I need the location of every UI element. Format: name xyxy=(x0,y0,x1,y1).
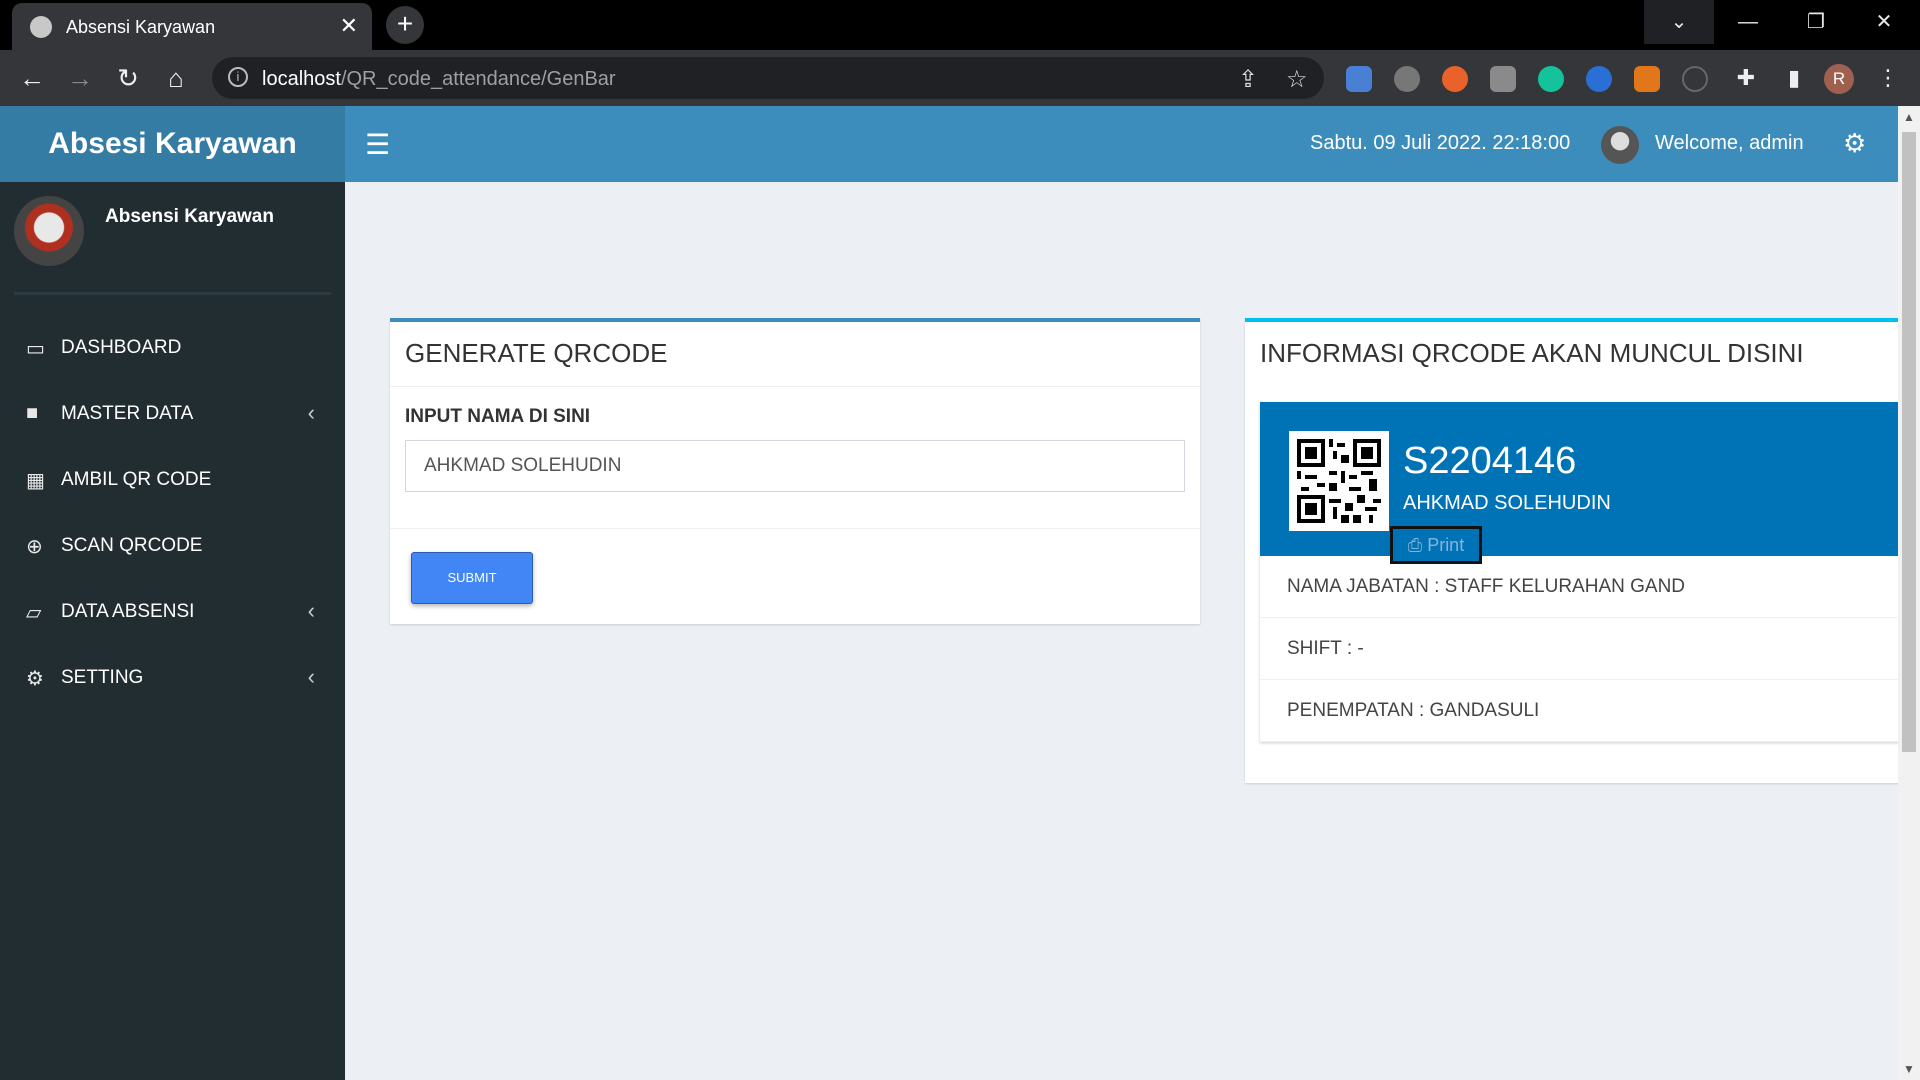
tab-title: Absensi Karyawan xyxy=(66,17,216,37)
info-row-jabatan: NAMA JABATAN : STAFF KELURAHAN GAND xyxy=(1260,556,1920,618)
info-row-text: NAMA JABATAN : STAFF KELURAHAN GAND xyxy=(1287,576,1686,597)
duckduckgo-extension-icon[interactable] xyxy=(1442,66,1468,92)
sidebar-divider xyxy=(14,292,331,295)
name-input-label: INPUT NAMA DI SINI xyxy=(405,406,591,427)
restore-icon[interactable]: ❐ xyxy=(1782,0,1850,44)
qrcode-card: S2204146 AHKMAD SOLEHUDIN ⎙ Print NAMA J… xyxy=(1260,402,1920,742)
profile-avatar[interactable]: R xyxy=(1824,64,1854,94)
print-icon: ⎙ xyxy=(1407,535,1428,555)
minimize-icon[interactable]: — xyxy=(1714,0,1782,44)
chevron-left-icon: ‹ xyxy=(307,664,315,689)
sidebar-item-data-absensi[interactable]: ▱ DATA ABSENSI ‹ xyxy=(0,582,345,642)
forward-icon[interactable]: → xyxy=(62,60,98,96)
gears-icon: ⚙ xyxy=(26,668,44,690)
browser-tab[interactable]: Absensi Karyawan ✕ xyxy=(12,3,372,50)
metamask-extension-icon[interactable] xyxy=(1634,66,1660,92)
gears-icon[interactable]: ⚙ xyxy=(1843,128,1866,159)
laptop-icon: ▭ xyxy=(26,338,45,360)
bookmark-star-icon[interactable]: ☆ xyxy=(1286,65,1308,94)
sidebar-item-label: MASTER DATA xyxy=(61,403,194,424)
globe-icon xyxy=(30,16,52,38)
tb-extension-icon[interactable] xyxy=(1490,66,1516,92)
folder-open-icon: ▱ xyxy=(26,602,42,624)
employee-code: S2204146 xyxy=(1403,440,1577,482)
info-box-title: INFORMASI QRCODE AKAN MUNCUL DISINI xyxy=(1260,338,1804,368)
globe-extension-icon[interactable] xyxy=(1586,66,1612,92)
browser-toolbar: ← → ↻ ⌂ i localhost/QR_code_attendance/G… xyxy=(0,50,1920,106)
browser-menu-icon[interactable]: ⋮ xyxy=(1870,60,1906,96)
new-tab-button[interactable]: + xyxy=(386,6,424,44)
info-row-text: SHIFT : - xyxy=(1287,638,1364,659)
qrcode-info-box: INFORMASI QRCODE AKAN MUNCUL DISINI S220… xyxy=(1245,318,1920,783)
info-row-shift: SHIFT : - xyxy=(1260,618,1920,680)
sidebar-item-label: DASHBOARD xyxy=(61,337,182,358)
page-scrollbar[interactable]: ▲ ▼ xyxy=(1898,106,1920,1080)
box-divider xyxy=(390,386,1200,387)
user-avatar[interactable] xyxy=(1601,126,1639,164)
extension-icon[interactable] xyxy=(1394,66,1420,92)
sidebar-item-label: DATA ABSENSI xyxy=(61,601,195,622)
side-panel-icon[interactable]: ▮ xyxy=(1776,60,1812,96)
sidebar-item-master-data[interactable]: ■ MASTER DATA ‹ xyxy=(0,384,345,444)
sidebar-item-ambil-qr-code[interactable]: ▦ AMBIL QR CODE xyxy=(0,450,345,510)
sidebar-item-label: AMBIL QR CODE xyxy=(61,469,212,490)
scroll-up-icon[interactable]: ▲ xyxy=(1903,110,1915,124)
sidebar-user-name: Absensi Karyawan xyxy=(105,206,274,227)
print-label: Print xyxy=(1427,535,1465,555)
welcome-text[interactable]: Welcome, admin xyxy=(1655,132,1804,155)
chevron-left-icon: ‹ xyxy=(307,400,315,425)
sidebar-item-dashboard[interactable]: ▭ DASHBOARD xyxy=(0,318,345,378)
name-input[interactable]: AHKMAD SOLEHUDIN xyxy=(405,440,1185,492)
translate-extension-icon[interactable] xyxy=(1346,66,1372,92)
scrollbar-thumb[interactable] xyxy=(1902,132,1916,752)
sidebar-user-avatar xyxy=(14,196,84,266)
generate-qrcode-box: GENERATE QRCODE INPUT NAMA DI SINI AHKMA… xyxy=(390,318,1200,624)
top-navbar: ☰ Sabtu. 09 Juli 2022. 22:18:00 Welcome,… xyxy=(345,106,1920,182)
sidebar: Absensi Karyawan ▭ DASHBOARD ■ MASTER DA… xyxy=(0,182,345,1080)
datetime-display: Sabtu. 09 Juli 2022. 22:18:00 xyxy=(1310,132,1571,154)
chevron-left-icon: ‹ xyxy=(307,598,315,623)
tab-search-chevron-icon[interactable]: ⌄ xyxy=(1644,0,1714,44)
sidebar-item-label: SETTING xyxy=(61,667,144,688)
site-info-icon[interactable]: i xyxy=(228,67,248,87)
home-icon[interactable]: ⌂ xyxy=(158,60,194,96)
puzzle-extensions-icon[interactable]: ✚ xyxy=(1728,60,1764,96)
share-icon[interactable]: ⇪ xyxy=(1238,65,1258,94)
app-brand[interactable]: Absesi Karyawan xyxy=(0,106,345,182)
generate-box-title: GENERATE QRCODE xyxy=(405,338,668,368)
browser-tabstrip: Absensi Karyawan ✕ + ⌄ — ❐ ✕ xyxy=(0,0,1920,50)
info-row-text: PENEMPATAN : GANDASULI xyxy=(1287,700,1540,721)
folder-icon: ■ xyxy=(26,402,39,424)
submit-button[interactable]: SUBMIT xyxy=(411,552,533,604)
back-icon[interactable]: ← xyxy=(14,60,50,96)
address-bar[interactable]: i localhost/QR_code_attendance/GenBar ⇪ … xyxy=(212,57,1324,99)
sidebar-item-label: SCAN QRCODE xyxy=(61,535,203,556)
employee-name: AHKMAD SOLEHUDIN xyxy=(1403,492,1611,514)
reload-icon[interactable]: ↻ xyxy=(110,60,146,96)
qrcode-icon: ▦ xyxy=(26,470,45,492)
qrcode-image xyxy=(1289,431,1389,531)
sidebar-toggle-icon[interactable]: ☰ xyxy=(365,128,390,161)
sidebar-item-setting[interactable]: ⚙ SETTING ‹ xyxy=(0,648,345,708)
scroll-down-icon[interactable]: ▼ xyxy=(1903,1062,1915,1076)
close-tab-icon[interactable]: ✕ xyxy=(340,13,358,39)
info-row-penempatan: PENEMPATAN : GANDASULI xyxy=(1260,680,1920,742)
grammarly-extension-icon[interactable] xyxy=(1538,66,1564,92)
qrcode-card-header: S2204146 AHKMAD SOLEHUDIN ⎙ Print xyxy=(1260,402,1920,564)
main-content: GENERATE QRCODE INPUT NAMA DI SINI AHKMA… xyxy=(345,182,1920,1080)
sidebar-item-scan-qrcode[interactable]: ⊕ SCAN QRCODE xyxy=(0,516,345,576)
box-divider xyxy=(390,528,1200,529)
app-viewport: Absesi Karyawan ☰ Sabtu. 09 Juli 2022. 2… xyxy=(0,106,1920,1080)
sync-extension-icon[interactable] xyxy=(1682,66,1708,92)
url-text: localhost/QR_code_attendance/GenBar xyxy=(262,68,616,90)
search-plus-icon: ⊕ xyxy=(26,536,43,558)
close-window-icon[interactable]: ✕ xyxy=(1850,0,1918,44)
